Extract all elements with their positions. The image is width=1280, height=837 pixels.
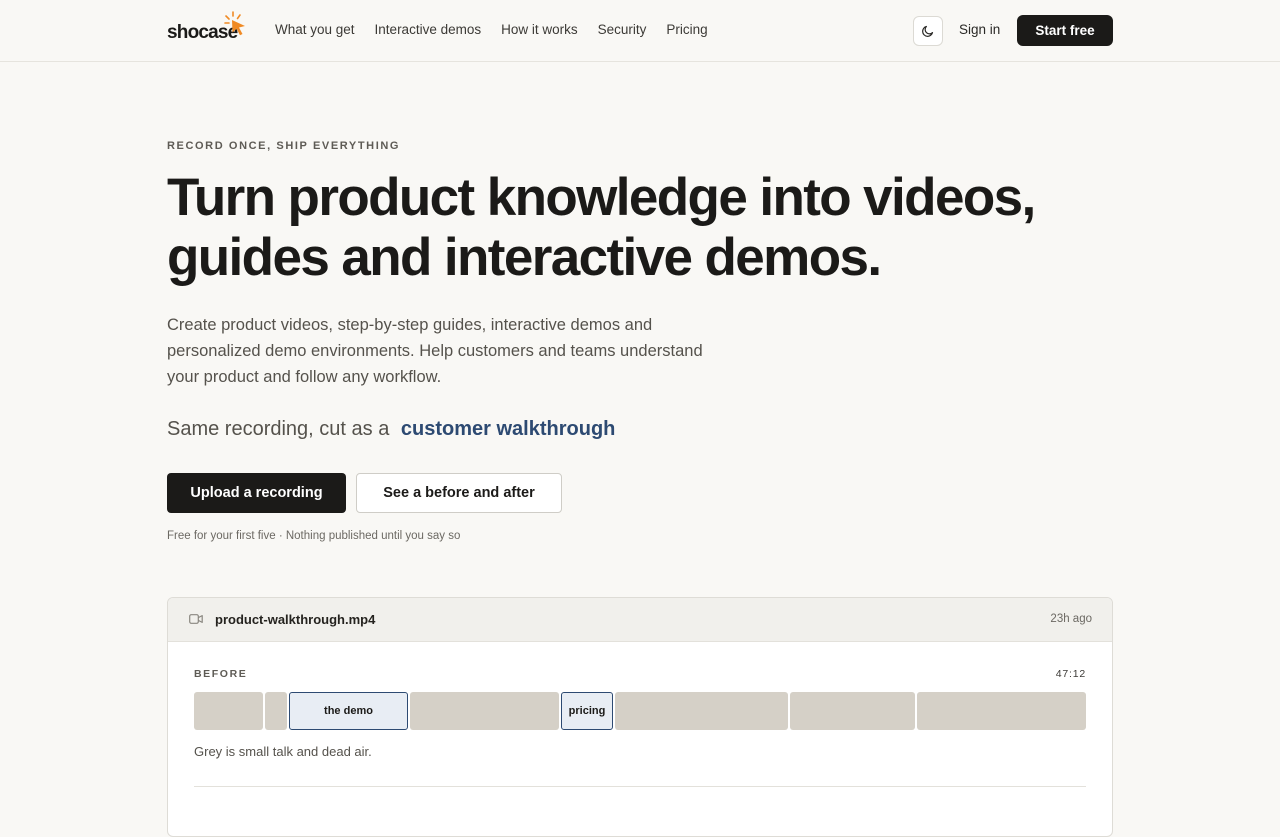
sign-in-link[interactable]: Sign in [959,22,1000,37]
file-name: product-walkthrough.mp4 [215,612,376,627]
before-after-button[interactable]: See a before and after [356,473,562,513]
timeline-segment-filler [790,692,915,730]
logo[interactable]: shocase [167,11,249,43]
timeline-segment-the-demo[interactable]: the demo [289,692,408,730]
recording-timeline: the demo pricing [194,692,1086,730]
card-divider [194,786,1086,787]
upload-recording-button[interactable]: Upload a recording [167,473,346,513]
cursor-burst-icon [224,11,245,36]
hero-eyebrow: RECORD ONCE, SHIP EVERYTHING [167,140,401,152]
timeline-legend: Grey is small talk and dead air. [194,744,372,759]
hero-headline-line-1: Turn product knowledge into videos, [167,168,1036,227]
top-nav: shocase What you get Interactive demos H… [0,0,1280,62]
tagline-accent: customer walkthrough [400,418,616,440]
moon-icon [922,25,934,37]
tagline-prefix: Same recording, cut as a [167,418,390,440]
hero-headline: Turn product knowledge into videos, guid… [167,168,1067,288]
recording-preview-card: product-walkthrough.mp4 23h ago BEFORE 4… [167,597,1113,837]
file-timestamp: 23h ago [1050,613,1092,625]
timeline-segment-pricing[interactable]: pricing [561,692,613,730]
timeline-segment-filler [615,692,788,730]
recording-duration: 47:12 [1055,668,1086,680]
nav-link-security[interactable]: Security [598,22,647,37]
timeline-segment-filler [194,692,263,730]
theme-toggle-button[interactable] [913,16,943,46]
hero-headline-line-2: guides and interactive demos. [167,228,882,287]
before-label: BEFORE [194,668,248,680]
nav-links: What you get Interactive demos How it wo… [275,22,708,37]
nav-link-what-you-get[interactable]: What you get [275,22,355,37]
start-free-button[interactable]: Start free [1017,15,1113,46]
hero-fineprint: Free for your first five · Nothing publi… [167,530,461,542]
card-header: product-walkthrough.mp4 23h ago [168,598,1112,642]
timeline-segment-filler [917,692,1086,730]
video-camera-icon [189,614,203,624]
hero-subhead: Create product videos, step-by-step guid… [167,316,703,386]
timeline-segment-filler [410,692,559,730]
nav-link-how-it-works[interactable]: How it works [501,22,578,37]
nav-link-pricing[interactable]: Pricing [666,22,707,37]
hero-tagline: Same recording, cut as a customer walkth… [167,418,615,441]
timeline-segment-filler [265,692,287,730]
nav-link-interactive-demos[interactable]: Interactive demos [375,22,482,37]
